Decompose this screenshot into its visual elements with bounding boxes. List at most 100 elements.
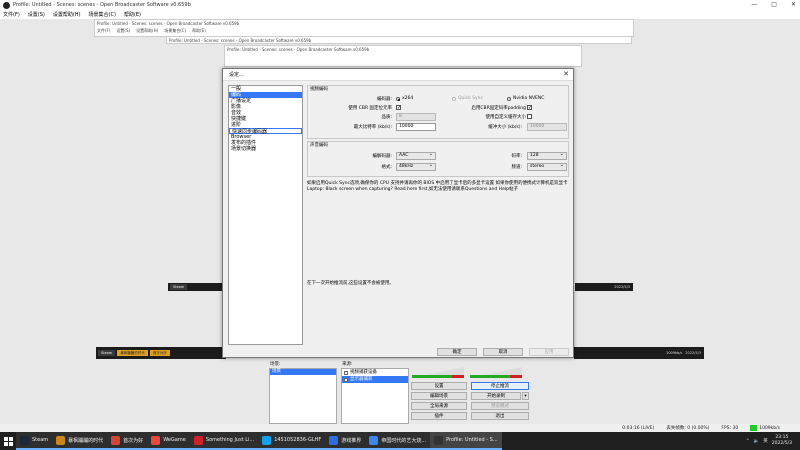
plugins-button[interactable]: 插件 (411, 412, 467, 420)
video-encoding-group: 视频编码 编码器: x264 Quick Sync Nvidia NVENC 使… (307, 85, 569, 139)
cancel-button[interactable]: 取消 (483, 348, 523, 356)
encoder-nvenc-radio[interactable] (507, 97, 511, 101)
mini-app: 首次为好 (149, 350, 170, 356)
mic-audio-meter[interactable] (470, 365, 526, 379)
taskbar-app-label: 暴枫蹦蹦的时代 (68, 437, 104, 444)
encoder-x264-radio[interactable] (396, 97, 400, 101)
taskbar-app-label: 首次为好 (123, 437, 144, 444)
quality-label: 品质: (381, 115, 392, 120)
start-record-button[interactable]: 开始录制 (471, 392, 521, 400)
edit-scene-button[interactable]: 编辑场景 (411, 392, 467, 400)
custom-buffer-label: 使用自定义缓存大小 (485, 115, 527, 120)
settings-content: 视频编码 编码器: x264 Quick Sync Nvidia NVENC 使… (307, 85, 569, 345)
mini-app: Steam (170, 284, 188, 290)
windows-logo-icon (3, 436, 13, 446)
app-icon (20, 435, 29, 445)
speaker-icon[interactable]: 🔈 (754, 439, 760, 444)
tray-lang[interactable]: 英 (763, 438, 768, 444)
taskbar-app[interactable]: 游戏推界 (325, 432, 366, 450)
scenes-list: 场景 (269, 368, 337, 424)
record-dropdown-button[interactable]: ▾ (522, 392, 529, 400)
window-titlebar: Profile: Untitled - Scenes: scenes - Ope… (0, 0, 800, 10)
audio-encoding-group: 声音编码 编解码器: AAC 码率: 128 格式: 48kHz 频道: ste… (307, 141, 569, 177)
encoder-x264-label: x264 (402, 96, 414, 101)
close-icon[interactable]: ✕ (563, 70, 569, 78)
menu-bar: 文件(F) 设置(S) 设置帮助(H) 场景集合(C) 帮助(E) (0, 10, 800, 19)
source-item[interactable]: 显示器捕获 (342, 376, 408, 383)
start-button[interactable] (0, 432, 16, 450)
format-select[interactable]: 48kHz (396, 162, 436, 171)
settings-dialog: 设定... ✕ 一般 编码 广播设定 影像 音效 快捷键 进阶 快速同步编码器 … (222, 68, 574, 358)
buffer-size-field[interactable]: 10000 (527, 123, 567, 131)
quality-field[interactable]: 8 (396, 113, 436, 121)
mini-tray-date: 2022/5/3 (614, 285, 630, 289)
desktop-audio-meter[interactable] (412, 365, 468, 379)
tray-chevron-icon[interactable]: ⌃ (746, 439, 750, 444)
app-icon (434, 435, 444, 445)
nav-item-scene-switcher[interactable]: 场景切换器 (229, 146, 302, 152)
buffer-size-label: 缓冲大小 (kb/s): (488, 125, 522, 130)
mini-app: Steam (98, 350, 116, 356)
nested-title-3: Profile: Untitled - Scenes: scenes - Ope… (227, 47, 370, 52)
nested-menu-item: 设置(S) (116, 28, 131, 33)
taskbar-app[interactable]: 1451052836-GLHF (258, 432, 326, 450)
menu-help[interactable]: 帮助(E) (124, 11, 141, 18)
cbr-checkbox[interactable]: ✓ (396, 105, 401, 111)
exit-button[interactable]: 退出 (471, 412, 529, 420)
mini-tray-1: 2022/5/3 (575, 283, 633, 291)
nested-menu-1: 文件(F) 设置(S) 设置帮助(H) 场景集合(C) 帮助(E) (95, 27, 633, 35)
settings-nav-list: 一般 编码 广播设定 影像 音效 快捷键 进阶 快速同步编码器 Browser … (228, 85, 303, 345)
settings-button[interactable]: 设置 (411, 382, 467, 390)
audio-bitrate-select[interactable]: 128 (527, 151, 567, 160)
taskbar-app[interactable]: 暴枫蹦蹦的时代 (52, 432, 108, 450)
nested-preview-3: Profile: Untitled - Scenes: scenes - Ope… (224, 45, 582, 67)
bitrate-value: 1009kb/s (759, 425, 780, 431)
windows-taskbar: Steam 暴枫蹦蹦的时代 首次为好 WeGame Something Just Li.… (0, 432, 800, 450)
cbr-label: 使用 CBR 固定位元率 (348, 106, 392, 111)
ok-button[interactable]: 确定 (437, 348, 477, 356)
video-encoding-title: 视频编码 (310, 87, 328, 92)
menu-settings[interactable]: 设置(S) (28, 11, 45, 18)
global-sources-button[interactable]: 全局来源 (411, 402, 467, 410)
source-item[interactable]: 视频捕获设备 (342, 369, 408, 376)
menu-settings-help[interactable]: 设置帮助(H) (53, 11, 81, 18)
app-icon (369, 435, 379, 445)
encoder-qsv-radio[interactable] (452, 97, 456, 101)
menu-scene-collection[interactable]: 场景集合(C) (89, 11, 116, 18)
nested-title-1: Profile: Untitled - Scenes: scenes - Ope… (97, 21, 240, 26)
mini-taskbar-2: Steam 暴枫蹦蹦的时代 首次为好 (96, 347, 226, 359)
max-bitrate-field[interactable]: 10000 (396, 123, 436, 131)
minimize-button[interactable]: — (751, 1, 757, 8)
menu-file[interactable]: 文件(F) (3, 11, 20, 18)
codec-select[interactable]: AAC (396, 151, 436, 160)
mini-tray-date: 2022/5/3 (685, 351, 701, 355)
taskbar-app-label: Profile: Untitled - S... (446, 437, 498, 443)
scene-item[interactable]: 场景 (270, 369, 336, 375)
stream-health-indicator (750, 425, 758, 431)
taskbar-app[interactable]: WeGame (147, 432, 190, 450)
channel-select[interactable]: stereo (527, 162, 567, 171)
sources-list: 视频捕获设备 显示器捕获 (341, 368, 409, 424)
taskbar-app[interactable]: Steam (16, 432, 53, 450)
close-button[interactable]: ✕ (791, 1, 796, 8)
maximize-button[interactable]: □ (771, 1, 777, 8)
taskbar-app[interactable]: 帝国时代的艺大烧... (365, 432, 431, 450)
stop-stream-button[interactable]: 停止推流 (471, 382, 529, 390)
source-visibility-checkbox[interactable] (344, 377, 348, 382)
bitrate-readout: 1009kb/s (750, 425, 780, 431)
source-label: 视频捕获设备 (350, 370, 377, 375)
taskbar-app[interactable]: Profile: Untitled - S... (430, 432, 502, 450)
taskbar-app[interactable]: Something Just Li... (189, 432, 259, 450)
preview-button[interactable]: 预览模式 (471, 402, 529, 410)
custom-buffer-checkbox[interactable] (527, 114, 532, 119)
taskbar-app[interactable]: 首次为好 (107, 432, 148, 450)
scenes-label: 场景: (270, 362, 281, 367)
taskbar-clock[interactable]: 23:15 2022/5/3 (772, 435, 792, 447)
source-visibility-checkbox[interactable] (344, 370, 348, 375)
app-icon (56, 435, 66, 445)
apply-button[interactable]: 应用 (529, 348, 569, 356)
nested-preview-2: Profile: Untitled - Scenes: scenes - Ope… (166, 36, 632, 44)
taskbar-app-label: 帝国时代的艺大烧... (381, 437, 427, 444)
cbr-padding-checkbox[interactable]: ✓ (527, 105, 532, 111)
taskbar-app-label: 游戏推界 (341, 437, 362, 444)
